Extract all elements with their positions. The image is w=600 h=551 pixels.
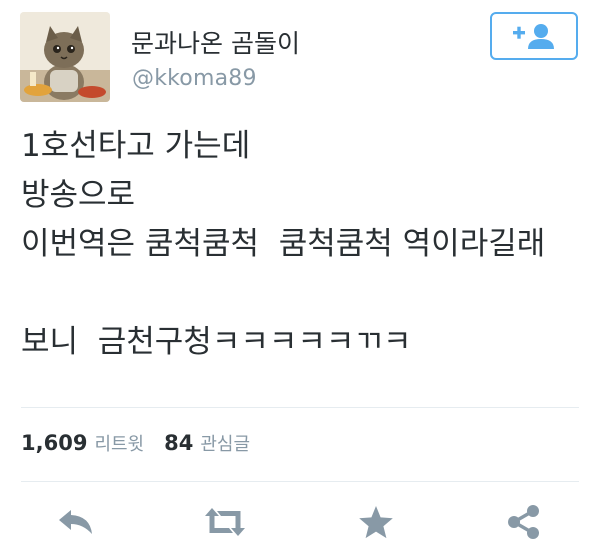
tweet-line <box>21 269 581 318</box>
display-name[interactable]: 문과나온 곰돌이 <box>131 24 300 60</box>
reply-icon <box>59 510 92 534</box>
tweet-text: 1호선타고 가는데 방송으로 이번역은 쿰척쿰척 쿰척쿰척 역이라길래 보니 금… <box>21 122 581 367</box>
follow-plus-person-icon <box>513 24 554 49</box>
retweet-icon <box>205 508 245 536</box>
share-icon <box>508 505 539 539</box>
follow-button[interactable] <box>490 12 578 60</box>
avatar-image <box>20 12 110 102</box>
reply-button[interactable] <box>52 498 100 546</box>
tweet-line: 방송으로 <box>21 177 136 213</box>
retweet-label[interactable]: 리트윗 <box>94 430 144 456</box>
retweet-count[interactable]: 1,609 <box>21 431 87 455</box>
tweet-stats: 1,609 리트윗 84 관심글 <box>21 430 270 456</box>
tweet-line: 이번역은 쿰척쿰척 쿰척쿰척 역이라길래 <box>21 226 546 262</box>
favorite-button[interactable] <box>352 498 400 546</box>
favorite-count[interactable]: 84 <box>164 431 193 455</box>
divider <box>21 407 579 408</box>
retweet-button[interactable] <box>201 498 249 546</box>
star-icon <box>359 506 393 539</box>
tweet-card: 문과나온 곰돌이 @kkoma89 1호선타고 가는데 방송으로 이번역은 쿰척… <box>0 0 600 551</box>
action-bar <box>0 498 600 546</box>
user-handle[interactable]: @kkoma89 <box>132 66 257 91</box>
share-button[interactable] <box>500 498 548 546</box>
favorite-label[interactable]: 관심글 <box>200 430 250 456</box>
tweet-line: 1호선타고 가는데 <box>21 128 251 164</box>
divider <box>21 481 579 482</box>
tweet-line: 보니 금천구청ㅋㅋㅋㅋㅋㄲㅋ <box>21 324 412 360</box>
avatar[interactable] <box>20 12 110 102</box>
